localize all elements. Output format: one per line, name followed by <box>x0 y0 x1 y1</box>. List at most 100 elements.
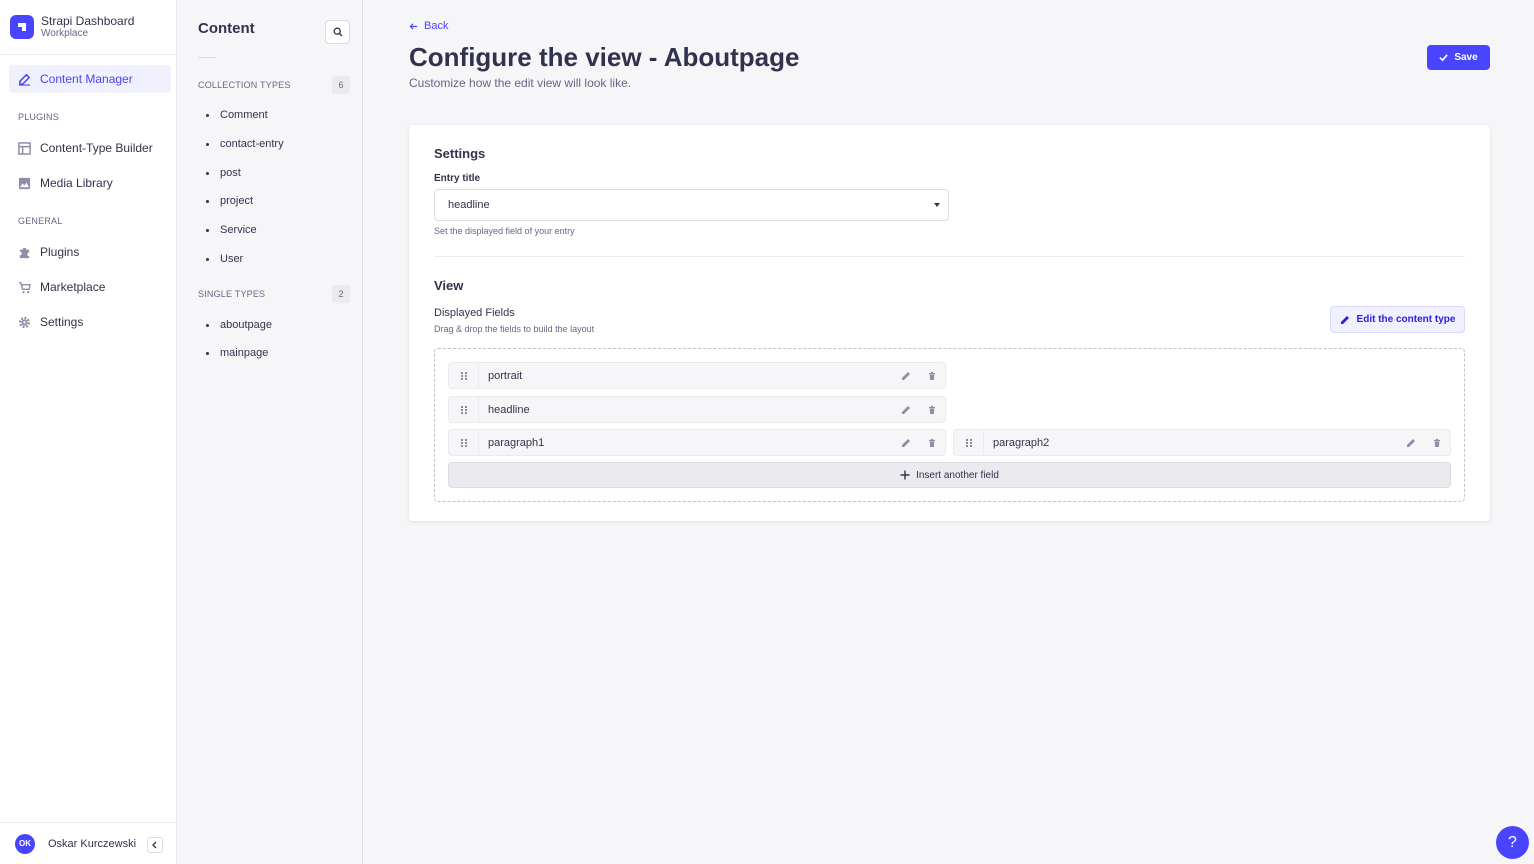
pencil-icon[interactable] <box>893 371 919 381</box>
entry-title-value: headline <box>448 199 490 211</box>
subnav-item-label: project <box>220 195 254 207</box>
nav-label: Content-Type Builder <box>40 141 153 155</box>
collapse-nav-button[interactable] <box>147 837 163 853</box>
subnav-item-mainpage[interactable]: mainpage <box>206 347 268 359</box>
subnav-item-label: mainpage <box>220 347 269 359</box>
subnav-item-label: User <box>220 253 244 265</box>
single-types-count: 2 <box>332 285 350 303</box>
nav-label: Content Manager <box>40 72 133 86</box>
cart-icon <box>18 281 31 294</box>
save-button[interactable]: Save <box>1427 45 1490 70</box>
drag-handle-icon[interactable] <box>449 430 479 455</box>
nav-content-manager[interactable]: Content Manager <box>9 65 171 93</box>
subnav-item-contact-entry[interactable]: contact-entry <box>206 138 284 150</box>
nav-label: Plugins <box>40 245 80 259</box>
edit-content-type-label: Edit the content type <box>1356 314 1456 325</box>
insert-field-label: Insert another field <box>916 469 999 481</box>
drag-handle-icon[interactable] <box>954 430 984 455</box>
chevron-left-icon <box>152 841 157 849</box>
subnav-title: Content <box>198 20 255 37</box>
puzzle-icon <box>18 246 31 259</box>
pencil-icon <box>1340 315 1349 324</box>
bullet <box>206 351 209 355</box>
field-name: paragraph2 <box>993 436 1050 449</box>
entry-title-label: Entry title <box>434 173 481 184</box>
field-row-headline[interactable]: headline <box>448 396 946 423</box>
nav-marketplace[interactable]: Marketplace <box>9 273 171 301</box>
configure-view-card: Settings Entry title headline Set the di… <box>409 125 1490 521</box>
bullet <box>206 171 209 175</box>
nav-plugins[interactable]: Plugins <box>9 238 171 266</box>
main-nav: Strapi Dashboard Workplace Content Manag… <box>0 0 177 864</box>
layout-dropzone: portrait headline paragraph1 paragraph2 <box>434 348 1465 502</box>
page-subtitle: Customize how the edit view will look li… <box>409 76 632 90</box>
brand[interactable]: Strapi Dashboard Workplace <box>0 0 176 55</box>
subnav-item-post[interactable]: post <box>206 167 241 179</box>
nav-label: Settings <box>40 315 84 329</box>
nav-label: Media Library <box>40 176 113 190</box>
nav-section-general: GENERAL <box>18 216 63 226</box>
collection-types-label: COLLECTION TYPES <box>198 80 291 90</box>
subnav-item-user[interactable]: User <box>206 253 243 265</box>
strapi-logo-icon <box>10 15 34 39</box>
single-types-label: SINGLE TYPES <box>198 289 266 299</box>
back-link[interactable]: Back <box>409 20 448 32</box>
entry-title-hint: Set the displayed field of your entry <box>434 226 575 236</box>
subnav-item-comment[interactable]: Comment <box>206 109 268 121</box>
subnav-item-label: aboutpage <box>220 319 272 331</box>
subnav-item-label: Service <box>220 224 257 236</box>
bullet <box>206 142 209 146</box>
user-footer: OK Oskar Kurczewski <box>0 822 177 864</box>
pencil-icon[interactable] <box>1398 438 1424 448</box>
pencil-icon[interactable] <box>893 438 919 448</box>
subnav-item-label: post <box>220 167 241 179</box>
nav-media-library[interactable]: Media Library <box>9 169 171 197</box>
search-button[interactable] <box>325 20 350 44</box>
feather-icon <box>18 73 31 86</box>
avatar[interactable]: OK <box>15 833 35 854</box>
field-row-portrait[interactable]: portrait <box>448 362 946 389</box>
help-button[interactable]: ? <box>1496 826 1529 859</box>
bullet <box>206 113 209 117</box>
drag-handle-icon[interactable] <box>449 397 479 422</box>
trash-icon[interactable] <box>919 438 945 448</box>
entry-title-select[interactable]: headline <box>434 189 949 221</box>
brand-subtitle: Workplace <box>41 27 89 39</box>
trash-icon[interactable] <box>1424 438 1450 448</box>
nav-content-type-builder[interactable]: Content-Type Builder <box>9 134 171 162</box>
view-heading: View <box>434 278 464 293</box>
drag-handle-icon[interactable] <box>449 363 479 388</box>
check-icon <box>1439 54 1449 62</box>
bullet <box>206 323 209 327</box>
field-row-paragraph1[interactable]: paragraph1 <box>448 429 946 456</box>
subnav-item-aboutpage[interactable]: aboutpage <box>206 319 272 331</box>
subnav-item-service[interactable]: Service <box>206 224 257 236</box>
field-name: headline <box>488 403 530 416</box>
subnav-item-project[interactable]: project <box>206 195 253 207</box>
caret-down-icon <box>934 203 940 207</box>
trash-icon[interactable] <box>919 405 945 415</box>
nav-section-plugins: PLUGINS <box>18 112 59 122</box>
bullet <box>206 199 209 203</box>
save-label: Save <box>1454 52 1478 63</box>
insert-field-button[interactable]: Insert another field <box>448 462 1451 488</box>
content-subnav: Content COLLECTION TYPES 6 Comment conta… <box>178 0 363 864</box>
bullet <box>206 228 209 232</box>
field-name: paragraph1 <box>488 436 545 449</box>
divider <box>434 256 1465 257</box>
nav-settings[interactable]: Settings <box>9 308 171 336</box>
search-icon <box>333 27 342 37</box>
edit-content-type-button[interactable]: Edit the content type <box>1330 306 1465 333</box>
image-icon <box>18 177 31 190</box>
user-name[interactable]: Oskar Kurczewski <box>48 838 136 850</box>
gear-icon <box>18 316 31 329</box>
page-title: Configure the view - Aboutpage <box>409 42 800 72</box>
settings-heading: Settings <box>434 146 486 161</box>
displayed-fields-hint: Drag & drop the fields to build the layo… <box>434 324 595 334</box>
trash-icon[interactable] <box>919 371 945 381</box>
layout-icon <box>18 141 31 155</box>
field-name: portrait <box>488 369 523 382</box>
pencil-icon[interactable] <box>893 405 919 415</box>
displayed-fields-label: Displayed Fields <box>434 307 515 319</box>
field-row-paragraph2[interactable]: paragraph2 <box>953 429 1451 456</box>
